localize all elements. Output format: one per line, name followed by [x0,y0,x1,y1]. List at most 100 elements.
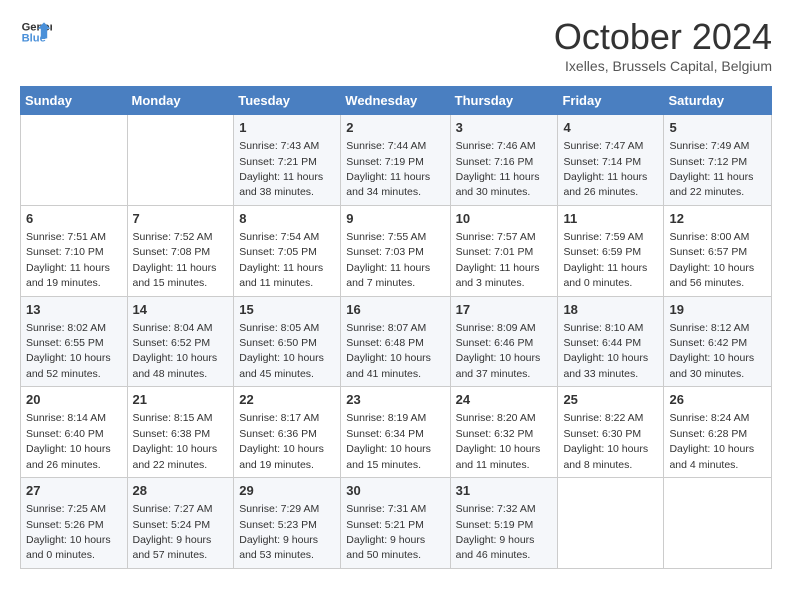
day-number: 22 [239,391,335,409]
day-number: 9 [346,210,444,228]
sunset-text: Sunset: 6:36 PM [239,428,317,440]
logo-icon: General Blue [20,16,52,48]
sunset-text: Sunset: 6:50 PM [239,337,317,349]
calendar-day-cell: 22Sunrise: 8:17 AMSunset: 6:36 PMDayligh… [234,387,341,478]
sunset-text: Sunset: 7:12 PM [669,156,747,168]
sunrise-text: Sunrise: 8:10 AM [563,322,643,334]
daylight-text: Daylight: 10 hours and 48 minutes. [133,352,218,379]
sunrise-text: Sunrise: 8:22 AM [563,412,643,424]
sunrise-text: Sunrise: 8:04 AM [133,322,213,334]
daylight-text: Daylight: 10 hours and 15 minutes. [346,443,431,470]
sunset-text: Sunset: 7:19 PM [346,156,424,168]
calendar-day-cell: 25Sunrise: 8:22 AMSunset: 6:30 PMDayligh… [558,387,664,478]
day-number: 12 [669,210,766,228]
sunset-text: Sunset: 5:19 PM [456,519,534,531]
sunset-text: Sunset: 7:10 PM [26,246,104,258]
day-number: 31 [456,482,553,500]
calendar-day-cell [127,115,234,206]
daylight-text: Daylight: 11 hours and 26 minutes. [563,171,647,198]
calendar-day-cell: 1Sunrise: 7:43 AMSunset: 7:21 PMDaylight… [234,115,341,206]
calendar-day-cell: 6Sunrise: 7:51 AMSunset: 7:10 PMDaylight… [21,205,128,296]
sunset-text: Sunset: 7:16 PM [456,156,534,168]
calendar-day-cell: 7Sunrise: 7:52 AMSunset: 7:08 PMDaylight… [127,205,234,296]
calendar-day-cell: 31 Sunrise: 7:32 AM Sunset: 5:19 PM Dayligh… [450,478,558,569]
sunrise-text: Sunrise: 7:54 AM [239,231,319,243]
daylight-text: Daylight: 10 hours and 37 minutes. [456,352,541,379]
calendar-day-cell: 2 Sunrise: 7:44 AM Sunset: 7:19 PM Daylight… [341,115,450,206]
day-number: 21 [133,391,229,409]
day-number: 29 [239,482,335,500]
weekday-header-wednesday: Wednesday [341,87,450,115]
title-area: October 2024 Ixelles, Brussels Capital, … [554,16,772,74]
day-number: 18 [563,301,658,319]
calendar-week-row: 6 Sunrise: 7:51 AM Sunset: 7:10 PM Daylight… [21,205,772,296]
day-number: 5 [669,119,766,137]
calendar-day-cell: 4Sunrise: 7:47 AMSunset: 7:14 PMDaylight… [558,115,664,206]
page-header: General Blue October 2024 Ixelles, Bruss… [20,16,772,74]
sunrise-text: Sunrise: 7:46 AM [456,140,536,152]
sunset-text: Sunset: 6:59 PM [563,246,641,258]
sunrise-text: Sunrise: 7:49 AM [669,140,749,152]
sunrise-text: Sunrise: 7:29 AM [239,503,319,515]
day-number: 4 [563,119,658,137]
calendar-day-cell: 24Sunrise: 8:20 AMSunset: 6:32 PMDayligh… [450,387,558,478]
calendar-day-cell: 9Sunrise: 7:55 AMSunset: 7:03 PMDaylight… [341,205,450,296]
sunrise-text: Sunrise: 8:14 AM [26,412,106,424]
sunrise-text: Sunrise: 8:02 AM [26,322,106,334]
sunset-text: Sunset: 6:52 PM [133,337,211,349]
sunset-text: Sunset: 7:03 PM [346,246,424,258]
calendar-day-cell [558,478,664,569]
calendar-day-cell: 3Sunrise: 7:46 AMSunset: 7:16 PMDaylight… [450,115,558,206]
calendar-week-row: 1Sunrise: 7:43 AMSunset: 7:21 PMDaylight… [21,115,772,206]
sunrise-text: Sunrise: 7:43 AM [239,140,319,152]
sunset-text: Sunset: 6:30 PM [563,428,641,440]
calendar-table: SundayMondayTuesdayWednesdayThursdayFrid… [20,86,772,569]
daylight-text: Daylight: 11 hours and 22 minutes. [669,171,753,198]
sunrise-text: Sunrise: 8:24 AM [669,412,749,424]
calendar-day-cell: 11Sunrise: 7:59 AMSunset: 6:59 PMDayligh… [558,205,664,296]
sunrise-text: Sunrise: 7:51 AM [26,231,106,243]
calendar-day-cell: 30Sunrise: 7:31 AMSunset: 5:21 PMDayligh… [341,478,450,569]
sunset-text: Sunset: 6:48 PM [346,337,424,349]
sunrise-text: Sunrise: 8:05 AM [239,322,319,334]
calendar-week-row: 13Sunrise: 8:02 AMSunset: 6:55 PMDayligh… [21,296,772,387]
calendar-day-cell: 8Sunrise: 7:54 AMSunset: 7:05 PMDaylight… [234,205,341,296]
calendar-day-cell: 14Sunrise: 8:04 AMSunset: 6:52 PMDayligh… [127,296,234,387]
weekday-header-saturday: Saturday [664,87,772,115]
daylight-text: Daylight: 10 hours and 8 minutes. [563,443,648,470]
day-number: 1 [239,119,335,137]
sunrise-text: Sunrise: 7:31 AM [346,503,426,515]
day-number: 19 [669,301,766,319]
month-title: October 2024 [554,16,772,58]
sunrise-text: Sunrise: 7:44 AM [346,140,426,152]
day-number: 30 [346,482,444,500]
day-number: 6 [26,210,122,228]
sunset-text: Sunset: 6:28 PM [669,428,747,440]
daylight-text: Daylight: 10 hours and 41 minutes. [346,352,431,379]
daylight-text: Daylight: 11 hours and 34 minutes. [346,171,430,198]
daylight-text: Daylight: 10 hours and 56 minutes. [669,262,754,289]
day-number: 2 [346,119,444,137]
daylight-text: Daylight: 9 hours and 46 minutes. [456,534,535,561]
calendar-day-cell: 15Sunrise: 8:05 AMSunset: 6:50 PMDayligh… [234,296,341,387]
sunrise-text: Sunrise: 7:32 AM [456,503,536,515]
calendar-day-cell: 23Sunrise: 8:19 AMSunset: 6:34 PMDayligh… [341,387,450,478]
sunset-text: Sunset: 7:01 PM [456,246,534,258]
calendar-day-cell: 12Sunrise: 8:00 AMSunset: 6:57 PMDayligh… [664,205,772,296]
calendar-day-cell [664,478,772,569]
daylight-text: Daylight: 11 hours and 0 minutes. [563,262,647,289]
sunrise-text: Sunrise: 8:19 AM [346,412,426,424]
calendar-day-cell: 10Sunrise: 7:57 AMSunset: 7:01 PMDayligh… [450,205,558,296]
sunset-text: Sunset: 6:34 PM [346,428,424,440]
sunset-text: Sunset: 7:08 PM [133,246,211,258]
daylight-text: Daylight: 11 hours and 3 minutes. [456,262,540,289]
sunrise-text: Sunrise: 8:17 AM [239,412,319,424]
sunset-text: Sunset: 7:05 PM [239,246,317,258]
weekday-header-tuesday: Tuesday [234,87,341,115]
calendar-day-cell: 18Sunrise: 8:10 AMSunset: 6:44 PMDayligh… [558,296,664,387]
sunrise-text: Sunrise: 8:20 AM [456,412,536,424]
sunrise-text: Sunrise: 8:12 AM [669,322,749,334]
sunset-text: Sunset: 6:42 PM [669,337,747,349]
day-number: 24 [456,391,553,409]
day-number: 27 [26,482,122,500]
